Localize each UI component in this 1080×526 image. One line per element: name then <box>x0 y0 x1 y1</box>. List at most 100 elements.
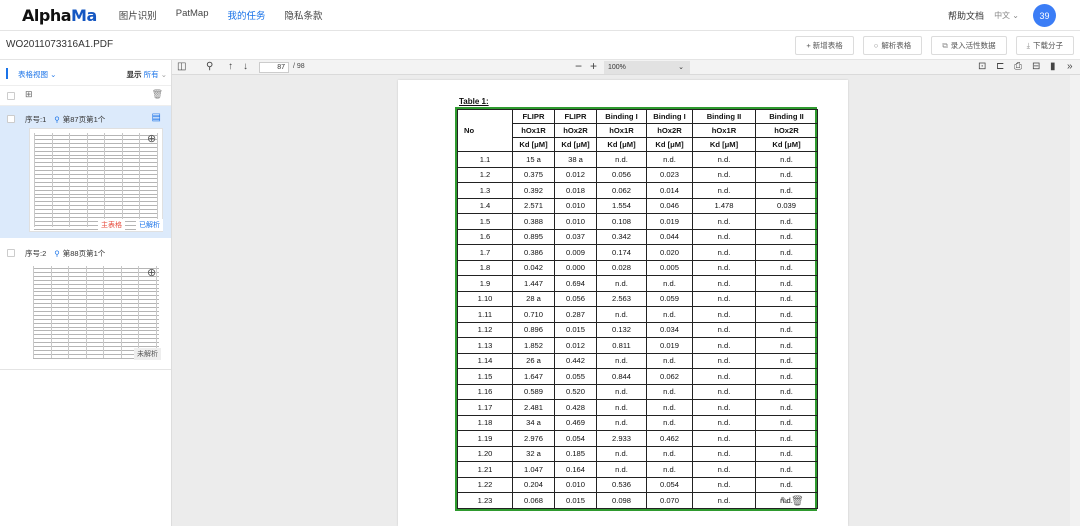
help-docs-link[interactable]: 帮助文档 <box>948 9 984 22</box>
table-cell: 1.4 <box>457 197 513 214</box>
table-sidebar: 表格视图 ⌄ 显示 所有 ⌄ ⊞ 🗑 序号:1 ⚲ 第87页第1个 ▤ ⊕ 主表格 … <box>0 60 172 526</box>
enter-activity-data-button[interactable]: ⧉ 录入活性数据 <box>931 36 1007 55</box>
bookmark-icon[interactable]: ▮ <box>1050 61 1056 72</box>
parsed-tag: 已解析 <box>136 219 163 231</box>
zoom-in-icon[interactable]: + <box>590 59 597 73</box>
table-cell: 1.3 <box>457 182 513 199</box>
table-cell: 0.469 <box>554 414 597 431</box>
table-cell: 0.056 <box>554 290 597 307</box>
table-cell: n.d. <box>755 445 818 462</box>
zoom-in-icon[interactable]: ⊕ <box>147 132 156 145</box>
table-cell: 1.13 <box>457 337 513 354</box>
table-cell: n.d. <box>692 414 756 431</box>
nav-item-image-recognition[interactable]: 图片识别 <box>119 8 157 22</box>
file-name: WO2011073316A1.PDF <box>6 39 114 50</box>
show-filter[interactable]: 显示 所有 ⌄ <box>127 69 167 80</box>
table-row: 1.8 0.042 0.000 0.028 0.005 n.d. n.d. <box>457 259 818 276</box>
table-cell: 0.028 <box>596 259 647 276</box>
table-cell: 0.895 <box>512 228 555 245</box>
table-thumbnail[interactable] <box>29 262 163 362</box>
vertical-scrollbar[interactable] <box>1070 75 1080 526</box>
table-cell: 1.478 <box>692 197 756 214</box>
arrow-up-icon[interactable]: ↑ <box>228 61 233 72</box>
search-icon[interactable]: ⚲ <box>206 61 213 72</box>
table-cell: n.d. <box>692 430 756 447</box>
card-checkbox[interactable] <box>7 115 15 123</box>
header-cell: FLIPR <box>554 109 597 124</box>
table-card-1[interactable]: 序号:1 ⚲ 第87页第1个 ▤ ⊕ 主表格 已解析 <box>0 106 171 238</box>
table-cell: n.d. <box>692 492 756 509</box>
table-cell: n.d. <box>692 275 756 292</box>
table-cell: 0.034 <box>646 321 693 338</box>
zoom-select[interactable]: 100% ⌄ <box>604 61 690 74</box>
alphama-logo[interactable]: AlphaMa <box>22 6 97 25</box>
table-card-2[interactable]: 序号:2 ⚲ 第88页第1个 ⊕ 未解析 <box>0 240 171 370</box>
add-table-button[interactable]: + 新增表格 <box>795 36 854 55</box>
table-row: 1.2 0.375 0.012 0.056 0.023 n.d. n.d. <box>457 166 818 183</box>
language-select[interactable]: 中文 ⌄ <box>994 10 1019 21</box>
zoom-in-icon[interactable]: ⊕ <box>147 266 156 279</box>
page-number-input[interactable]: 87 <box>259 62 289 73</box>
trash-icon[interactable]: 🗑 <box>152 89 163 100</box>
table-cell: n.d. <box>596 151 647 168</box>
table-thumbnail[interactable] <box>29 128 163 232</box>
table-cell: n.d. <box>646 445 693 462</box>
select-all-checkbox[interactable] <box>7 92 15 100</box>
table-cell: n.d. <box>646 383 693 400</box>
table-row: 1.17 2.481 0.428 n.d. n.d. n.d. n.d. <box>457 399 818 416</box>
header-cell: Kd [μM] <box>646 137 693 152</box>
download-molecule-button[interactable]: ⤓ 下载分子 <box>1015 36 1074 55</box>
sidebar-toggle-icon[interactable]: ◫ <box>177 61 186 72</box>
parse-table-button[interactable]: ○ 解析表格 <box>862 36 923 55</box>
table-cell: n.d. <box>755 321 818 338</box>
document-icon[interactable]: ▤ <box>152 112 161 123</box>
table-cell: 1.12 <box>457 321 513 338</box>
trash-icon[interactable]: 🗑 <box>791 496 804 507</box>
nav-item-patmap[interactable]: PatMap <box>176 8 209 22</box>
table-cell: 0.046 <box>646 197 693 214</box>
edit-icon[interactable]: ✎ <box>780 496 788 507</box>
thumbnail-col-line <box>103 266 104 358</box>
thumbnail-line <box>33 303 159 305</box>
header-cell: hOx2R <box>755 123 818 138</box>
main-table-tag: 主表格 <box>98 219 125 231</box>
table-cell: 0.023 <box>646 166 693 183</box>
detected-table-region[interactable]: No FLIPR FLIPR Binding I Binding I Binding II… <box>455 107 818 511</box>
header-row: No FLIPR FLIPR Binding I Binding I Binding II… <box>457 109 818 152</box>
unparsed-tag: 未解析 <box>134 348 161 360</box>
table-cell: n.d. <box>755 352 818 369</box>
nav-item-privacy[interactable]: 隐私条款 <box>285 8 323 22</box>
table-view-select[interactable]: 表格视图 ⌄ <box>18 69 56 80</box>
table-cell: 32 a <box>512 445 555 462</box>
header-cell: Binding I <box>646 109 693 124</box>
chevron-down-icon: ⌄ <box>678 64 684 71</box>
more-tools-icon[interactable]: » <box>1067 61 1073 72</box>
edit-icon: ⧉ <box>942 40 948 50</box>
avatar[interactable]: 39 <box>1033 4 1056 27</box>
print-icon[interactable]: ⎙ <box>1014 61 1022 72</box>
save-icon[interactable]: ⊟ <box>1032 61 1040 72</box>
table-cell: 0.386 <box>512 244 555 261</box>
open-file-icon[interactable]: ⊏ <box>996 61 1004 72</box>
arrow-down-icon[interactable]: ↓ <box>243 61 248 72</box>
table-cell: n.d. <box>755 476 818 493</box>
table-cell: 0.054 <box>646 476 693 493</box>
pdf-page: Table 1: No FLIPR FLIPR Binding I Binding IB… <box>398 80 848 526</box>
card-checkbox[interactable] <box>7 249 15 257</box>
location-pin-icon: ⚲ <box>54 249 60 258</box>
table-cell: 2.933 <box>596 430 647 447</box>
table-row: 1.20 32 a 0.185 n.d. n.d. n.d. n.d. <box>457 445 818 462</box>
thumbnail-col-line <box>68 266 69 358</box>
table-cell: 0.019 <box>646 213 693 230</box>
table-cell: 1.23 <box>457 492 513 509</box>
table-cell: n.d. <box>755 383 818 400</box>
nav-item-my-tasks[interactable]: 我的任务 <box>228 8 266 22</box>
zoom-out-icon[interactable]: − <box>575 59 582 73</box>
presentation-icon[interactable]: ⊡ <box>978 61 986 72</box>
pdf-viewer[interactable]: Table 1: No FLIPR FLIPR Binding I Binding IB… <box>172 75 1070 526</box>
thumbnail-col-line <box>121 133 123 227</box>
table-cell: n.d. <box>755 430 818 447</box>
thumbnail-line <box>33 342 159 344</box>
table-cell: 0.012 <box>554 166 597 183</box>
grid-icon[interactable]: ⊞ <box>25 89 33 100</box>
